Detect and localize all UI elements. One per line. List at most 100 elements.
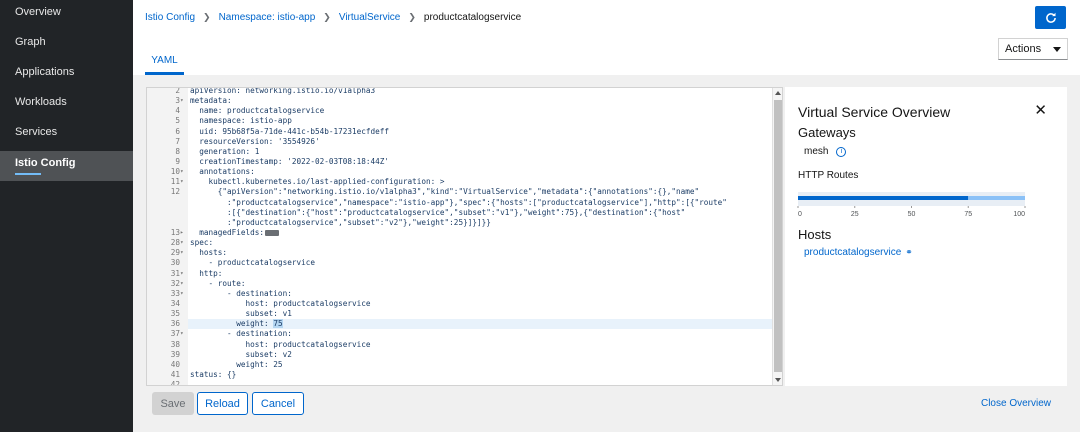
code-content: - destination: [190,329,292,339]
sidebar-item-services[interactable]: Services [0,120,133,150]
code-text: namespace: istio-app [188,116,292,126]
code-text: - productcatalogservice [188,258,315,268]
breadcrumb-current: productcatalogservice [423,12,522,23]
scroll-down-icon[interactable] [775,378,781,382]
fold-toggle [180,116,188,127]
code-line: 32 ▾ - route: [147,278,773,289]
chart-tick-label: 75 [964,211,972,218]
fold-toggle [180,298,188,310]
line-number: 34 [147,298,180,310]
code-line: 11 ▾ kubectl.kubernetes.io/last-applied-c… [147,177,773,188]
code-text: - destination: [188,289,292,299]
code-line: 33 ▾ - destination: [147,288,773,299]
scroll-up-icon[interactable] [775,91,781,95]
code-content: creationTimestamp: '2022-02-03T08:18:44Z… [190,156,390,166]
save-button[interactable]: Save [152,392,194,415]
code-content: :"productcatalogservice","subset":"v2"},… [190,217,491,227]
fold-toggle [180,319,188,330]
editor-scrollbar[interactable] [772,88,782,385]
fold-toggle[interactable]: ▾ [180,167,188,178]
line-number: 10 [147,167,180,178]
sidebar-item-workloads[interactable]: Workloads [0,90,133,120]
http-routes-heading: HTTP Routes [798,170,859,181]
breadcrumb-istio-config[interactable]: Istio Config [145,12,195,23]
host-link[interactable]: productcatalogservice ⚭ [804,247,913,258]
sidebar-item-graph[interactable]: Graph [0,30,133,60]
chevron-right-icon: ❯ [408,12,416,22]
folded-section-badge[interactable] [265,229,280,236]
line-number: 41 [147,369,180,381]
code-line: :[{"destination":{"host":"productcatalog… [147,207,773,218]
line-number: 12 [147,187,180,198]
fold-toggle[interactable]: ▾ [180,96,188,107]
fold-toggle [180,187,188,198]
code-text: subset: v1 [188,309,292,319]
code-content: managedFields: [190,227,265,237]
line-number [147,207,180,218]
code-text: subset: v2 [188,350,292,360]
sidebar-item-istio-config[interactable]: Istio Config [0,151,133,181]
fold-toggle[interactable]: ▾ [180,288,188,299]
scroll-thumb[interactable] [774,100,782,372]
code-text: apiVersion: networking.istio.io/v1alpha3 [188,88,375,96]
code-line: 8 generation: 1 [147,146,773,157]
code-line: :"productcatalogservice","subset":"v2"},… [147,217,773,228]
tab-yaml[interactable]: YAML [145,48,184,75]
fold-toggle[interactable]: ▾ [180,248,188,259]
chevron-right-icon: ❯ [323,12,331,22]
code-text: managedFields: [188,227,280,238]
code-content: spec: [190,238,214,248]
code-content: host: productcatalogservice [190,339,371,349]
line-number: 2 [147,88,180,97]
chart-bar-segment-0[interactable] [798,196,969,200]
fold-toggle [180,339,188,350]
code-text: resourceVersion: '3554926' [188,136,320,147]
fold-toggle [180,146,188,157]
refresh-icon [1045,12,1056,23]
line-number [147,197,180,208]
line-number: 37 [147,329,180,340]
code-content: weight: 25 [190,359,283,369]
code-text: weight: 25 [188,359,283,370]
yaml-editor[interactable]: 2 apiVersion: networking.istio.io/v1alpha… [146,87,783,386]
code-content: - route: [190,278,246,288]
code-line: 34 host: productcatalogservice [147,298,773,310]
line-number: 13 [147,227,180,239]
close-icon[interactable]: ✕ [1034,101,1047,119]
refresh-button[interactable] [1035,6,1066,29]
chart-tick-label: 100 [1013,211,1025,218]
cancel-button[interactable]: Cancel [252,392,304,415]
fold-toggle[interactable]: ▾ [180,177,188,188]
code-line: 5 namespace: istio-app [147,116,773,127]
fold-toggle [180,106,188,117]
fold-toggle[interactable]: ▾ [180,278,188,289]
overview-title: Virtual Service Overview [798,104,951,120]
actions-dropdown[interactable]: Actions [998,38,1068,60]
fold-toggle[interactable]: ▸ [180,227,188,239]
info-icon[interactable]: i [836,146,847,157]
chart-bar-segment-1[interactable] [968,196,1025,200]
fold-toggle[interactable]: ▾ [180,238,188,249]
selected-text: 75 [273,319,283,329]
code-text: :"productcatalogservice","subset":"v2"},… [188,218,491,228]
sidebar-item-applications[interactable]: Applications [0,60,133,90]
breadcrumb-virtualservice[interactable]: VirtualService [339,12,401,23]
code-content: resourceVersion: '3554926' [190,136,320,146]
code-content: weight: [190,319,274,329]
code-line: 6 uid: 95b68f5a-71de-441c-b54b-17231ecfd… [147,126,773,137]
code-text: host: productcatalogservice [188,299,371,309]
line-number: 30 [147,258,180,269]
fold-toggle [180,136,188,147]
line-number: 4 [147,106,180,117]
close-overview-link[interactable]: Close Overview [981,398,1051,409]
reload-button[interactable]: Reload [197,392,248,415]
breadcrumb-namespace[interactable]: Namespace: istio-app [219,12,316,23]
code-content: :[{"destination":{"host":"productcatalog… [190,207,686,217]
line-number: 31 [147,268,180,279]
fold-toggle[interactable]: ▾ [180,329,188,340]
code-line: 13 ▸ managedFields: [147,227,773,239]
fold-toggle[interactable]: ▾ [180,268,188,279]
code-text: hosts: [188,248,227,258]
code-line: 9 creationTimestamp: '2022-02-03T08:18:4… [147,156,773,168]
sidebar-item-overview[interactable]: Overview [0,0,133,30]
